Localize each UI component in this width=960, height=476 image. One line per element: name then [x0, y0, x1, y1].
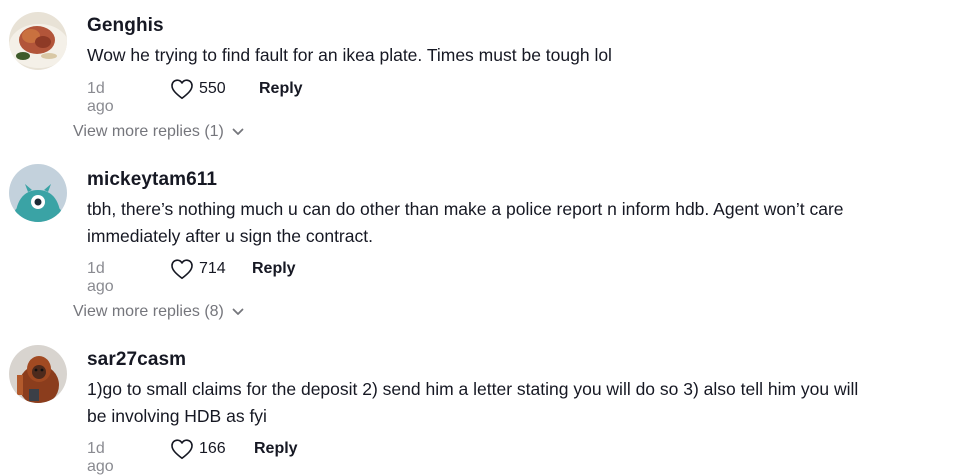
comment-text: 1)go to small claims for the deposit 2) …: [87, 376, 947, 430]
comment-username[interactable]: Genghis: [87, 15, 164, 37]
food-plate-avatar-icon: [9, 12, 67, 70]
heart-icon: [171, 259, 193, 280]
chevron-down-icon: [232, 128, 244, 135]
orangutan-avatar-icon: [9, 345, 67, 403]
comment-username[interactable]: sar27casm: [87, 349, 186, 371]
avatar[interactable]: [9, 345, 67, 403]
comment-text: Wow he trying to find fault for an ikea …: [87, 42, 947, 69]
like-count: 550: [199, 80, 226, 97]
view-more-replies-label: View more replies (8): [73, 303, 224, 320]
comment-username[interactable]: mickeytam611: [87, 169, 217, 191]
comment-text: tbh, there’s nothing much u can do other…: [87, 196, 947, 250]
reply-button[interactable]: Reply: [252, 260, 296, 278]
view-more-replies-label: View more replies (1): [73, 123, 224, 140]
comment-text-line: Wow he trying to find fault for an ikea …: [87, 45, 612, 65]
like-button[interactable]: 714: [170, 258, 226, 280]
comment-text-line: immediately after u sign the contract.: [87, 226, 373, 246]
comment-timestamp: 1d ago: [87, 80, 114, 115]
view-more-replies-button[interactable]: View more replies (8): [73, 303, 244, 321]
like-button[interactable]: 550: [170, 78, 226, 100]
view-more-replies-button[interactable]: View more replies (1): [73, 123, 244, 141]
reply-button[interactable]: Reply: [259, 80, 303, 98]
comment-text-line: 1)go to small claims for the deposit 2) …: [87, 379, 859, 399]
heart-icon: [171, 79, 193, 100]
teal-monster-avatar-icon: [9, 164, 67, 222]
like-button[interactable]: 166: [170, 438, 226, 460]
like-count: 166: [199, 440, 226, 457]
comment-text-line: tbh, there’s nothing much u can do other…: [87, 199, 844, 219]
comment-timestamp: 1d ago: [87, 440, 114, 475]
comment-text-line: be involving HDB as fyi: [87, 406, 267, 426]
avatar[interactable]: [9, 164, 67, 222]
reply-button[interactable]: Reply: [254, 440, 298, 458]
chevron-down-icon: [232, 308, 244, 315]
avatar[interactable]: [9, 12, 67, 70]
heart-icon: [171, 439, 193, 460]
like-count: 714: [199, 260, 226, 277]
comment-timestamp: 1d ago: [87, 260, 114, 295]
